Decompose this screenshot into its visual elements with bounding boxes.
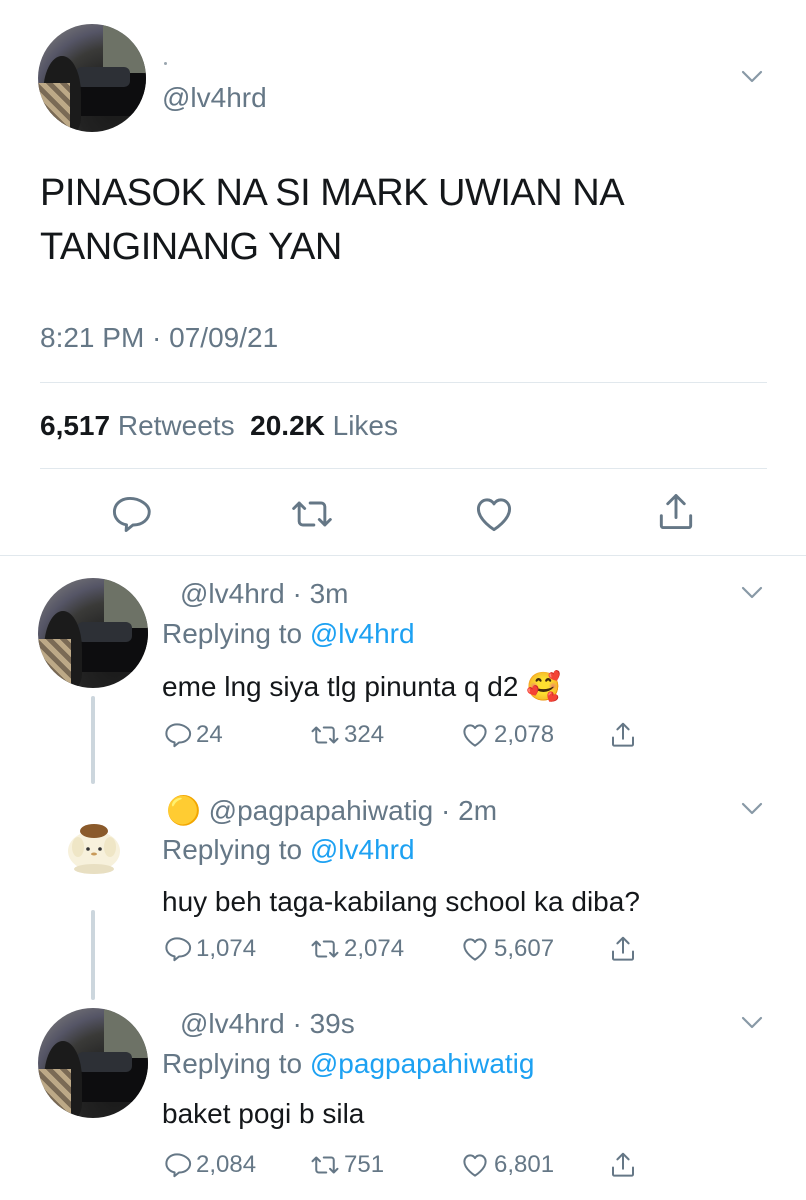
share-icon — [612, 722, 634, 747]
author-handle[interactable]: @lv4hrd — [162, 82, 267, 114]
tweet-text-line: TANGINANG YAN — [40, 226, 342, 268]
share-button[interactable] — [608, 934, 642, 964]
reply-count: 1,074 — [196, 935, 257, 962]
reply-handle[interactable]: @pagpapahiwatig — [209, 795, 434, 826]
like-count: 6,801 — [494, 1151, 555, 1178]
reply-button[interactable]: 1,074 — [162, 934, 256, 964]
like-icon — [463, 938, 487, 961]
retweet-button[interactable]: 751 — [310, 1150, 384, 1180]
replying-to-label: Replying to — [162, 1048, 303, 1079]
like-icon — [463, 1154, 487, 1177]
reply-header: @lv4hrd · 39s — [180, 1008, 355, 1039]
reply-handle[interactable]: @lv4hrd — [180, 1008, 285, 1039]
replying-to-mention[interactable]: @lv4hrd — [310, 834, 415, 865]
reply-icon — [165, 937, 192, 962]
thread-line — [91, 910, 95, 1000]
replying-to: Replying to @lv4hrd — [162, 834, 415, 866]
share-button[interactable] — [608, 1150, 642, 1180]
reply-age: 2m — [458, 795, 498, 826]
replying-to-mention[interactable]: @pagpapahiwatig — [310, 1048, 535, 1079]
reply-age: 3m — [309, 578, 349, 609]
like-count: 5,607 — [494, 935, 555, 962]
reply-text-body: eme lng siya tlg pinunta q d2 — [162, 671, 519, 702]
share-button[interactable] — [608, 720, 642, 750]
share-icon — [612, 936, 634, 961]
reply-actions: 2,084 751 6,801 — [162, 1150, 662, 1186]
tweet-text: PINASOK NA SI MARK UWIAN NA TANGINANG YA… — [40, 166, 760, 274]
chevron-down-icon[interactable] — [741, 802, 763, 816]
like-button[interactable]: 5,607 — [460, 934, 554, 964]
replying-to-mention[interactable]: @lv4hrd — [310, 618, 415, 649]
reply-avatar[interactable] — [38, 578, 148, 688]
chevron-down-icon[interactable] — [741, 586, 763, 600]
replying-to-label: Replying to — [162, 618, 303, 649]
reply-text: huy beh taga-kabilang school ka diba? — [162, 886, 640, 917]
reply-icon — [165, 1153, 192, 1178]
retweet-button[interactable]: 324 — [310, 720, 384, 750]
reply-tweet[interactable]: @lv4hrd · 39s Replying to @pagpapahiwati… — [0, 996, 806, 1200]
retweet-count: 751 — [344, 1151, 385, 1178]
divider — [40, 382, 767, 383]
retweets-label[interactable]: Retweets — [118, 410, 235, 441]
share-icon[interactable] — [654, 490, 698, 534]
reply-header: @lv4hrd · 3m — [180, 578, 349, 609]
likes-count[interactable]: 20.2K — [250, 410, 325, 441]
main-tweet: @lv4hrd PINASOK NA SI MARK UWIAN NA TANG… — [0, 0, 806, 556]
retweet-count: 2,074 — [344, 935, 405, 962]
reply-icon — [165, 723, 192, 748]
reply-actions: 24 324 2,078 — [162, 720, 662, 756]
like-icon — [463, 724, 487, 747]
reply-avatar[interactable] — [38, 1008, 148, 1118]
share-icon — [612, 1152, 634, 1177]
replying-to-label: Replying to — [162, 834, 303, 865]
likes-label[interactable]: Likes — [333, 410, 398, 441]
reply-header: 🟡 @pagpapahiwatig · 2m — [166, 795, 498, 826]
reply-handle[interactable]: @lv4hrd — [180, 578, 285, 609]
like-count: 2,078 — [494, 721, 555, 748]
like-button[interactable]: 2,078 — [460, 720, 554, 750]
reply-count: 2,084 — [196, 1151, 257, 1178]
reply-count: 24 — [196, 721, 223, 748]
reply-button[interactable]: 2,084 — [162, 1150, 256, 1180]
replying-to: Replying to @pagpapahiwatig — [162, 1048, 534, 1080]
retweet-icon[interactable] — [290, 492, 334, 536]
reply-tweet[interactable]: 🟡 @pagpapahiwatig · 2m Replying to @lv4h… — [0, 776, 806, 1000]
tweet-stats: 6,517 Retweets 20.2K Likes — [40, 410, 398, 442]
author-avatar[interactable] — [38, 24, 146, 132]
display-name-dot — [164, 62, 167, 65]
chevron-down-icon[interactable] — [741, 70, 763, 84]
chevron-down-icon[interactable] — [741, 1016, 763, 1030]
pompompurin-avatar[interactable] — [58, 807, 130, 879]
smiling-hearts-emoji: 🥰 — [526, 671, 562, 702]
retweet-icon — [311, 1156, 339, 1174]
divider — [40, 468, 767, 469]
retweet-icon — [311, 726, 339, 744]
retweets-count[interactable]: 6,517 — [40, 410, 110, 441]
tweet-text-line: PINASOK NA SI MARK UWIAN NA — [40, 172, 625, 214]
reply-button[interactable]: 24 — [162, 720, 223, 750]
tweet-timestamp[interactable]: 8:21 PM · 07/09/21 — [40, 322, 278, 354]
yellow-circle-emoji: 🟡 — [166, 795, 201, 826]
reply-icon[interactable] — [108, 492, 152, 536]
reply-text: eme lng siya tlg pinunta q d2 🥰 — [162, 670, 561, 703]
retweet-count: 324 — [344, 721, 385, 748]
reply-age: 39s — [309, 1008, 355, 1039]
like-icon[interactable] — [472, 492, 516, 536]
like-button[interactable]: 6,801 — [460, 1150, 554, 1180]
reply-actions: 1,074 2,074 5,607 — [162, 934, 662, 970]
retweet-button[interactable]: 2,074 — [310, 934, 404, 964]
retweet-icon — [311, 940, 339, 958]
replying-to: Replying to @lv4hrd — [162, 618, 415, 650]
thread-line — [91, 696, 95, 784]
reply-tweet[interactable]: @lv4hrd · 3m Replying to @lv4hrd eme lng… — [0, 556, 806, 784]
reply-text: baket pogi b sila — [162, 1098, 365, 1129]
